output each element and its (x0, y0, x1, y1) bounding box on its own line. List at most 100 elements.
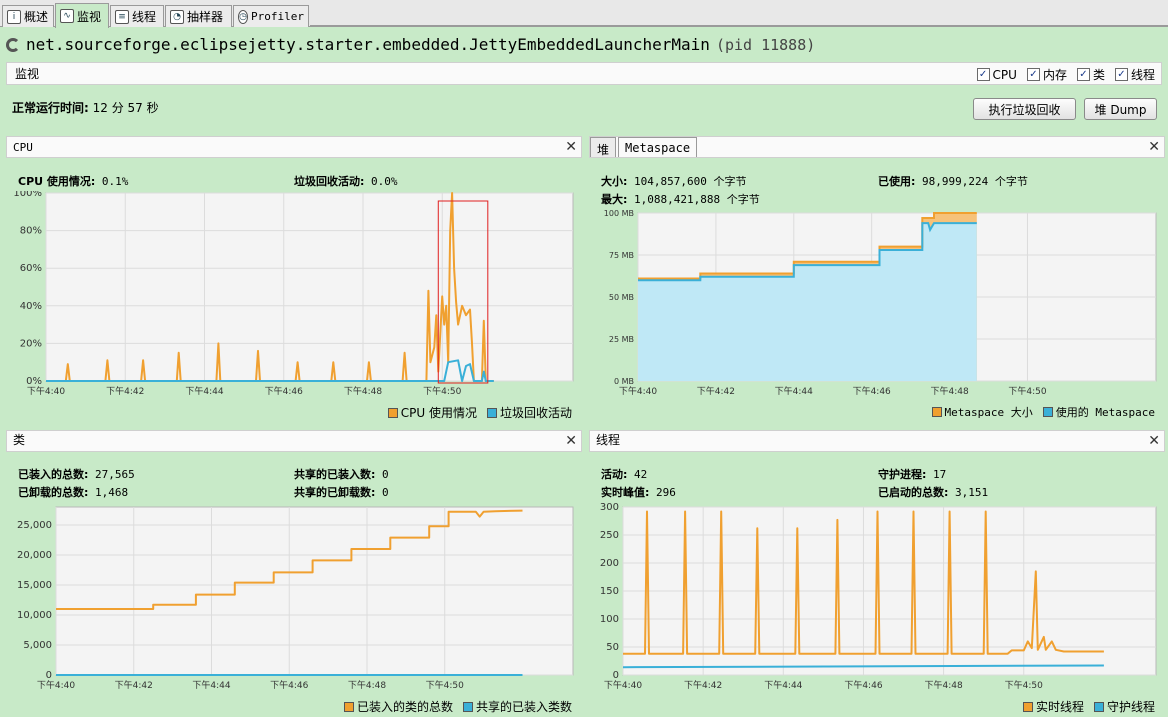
legend-daemon-threads-label: 守护线程 (1106, 700, 1155, 714)
legend-swatch-orange (931, 407, 942, 417)
threads-live-label: 活动: (601, 468, 628, 481)
x-tick-label: 下午4:46 (270, 679, 308, 691)
legend-swatch-blue (462, 701, 473, 712)
y-tick-label: 100% (13, 191, 42, 199)
checkbox-threads[interactable]: ✓ 线程 (1114, 66, 1155, 83)
x-tick-label: 下午4:46 (265, 385, 303, 397)
y-tick-label: 10,000 (17, 610, 52, 621)
y-tick-label: 0 MB (614, 377, 634, 386)
loading-spinner-icon (6, 37, 20, 52)
legend-gc-activity-label: 垃圾回收活动 (499, 406, 572, 420)
tab-threads[interactable]: ≡ 线程 (110, 5, 164, 27)
x-tick-label: 下午4:46 (844, 679, 882, 691)
threads-chart: 0 50 100 150 200 250 300 下午4:40 下午4:42 下午4:44 下午4:… (600, 502, 1157, 691)
legend-gc-activity: 垃圾回收活动 (486, 404, 572, 421)
y-tick-label: 25 MB (609, 335, 634, 344)
threads-panel: 线程 ✕ 活动: 42 守护进程: 17 实时峰值: 296 已启动的总数: 3… (589, 430, 1165, 717)
y-tick-label: 80% (20, 226, 42, 237)
heap-size-label: 大小: (601, 175, 628, 188)
tab-threads-label: 线程 (132, 10, 157, 24)
close-icon[interactable]: ✕ (1148, 433, 1160, 449)
cpu-usage-label: CPU 使用情况: (18, 175, 96, 188)
classes-panel-title: 类 (13, 433, 26, 447)
classes-shared-unloaded-value: 0 (382, 486, 389, 499)
tab-monitor-label: 监视 (77, 9, 102, 24)
legend-metaspace-size-label: Metaspace 大小 (944, 406, 1033, 419)
checkbox-threads-label: 线程 (1130, 68, 1155, 82)
threads-live-value: 42 (634, 468, 648, 481)
x-tick-label: 下午4:42 (697, 385, 735, 397)
heap-dump-button[interactable]: 堆 Dump (1084, 98, 1157, 120)
heap-size-value: 104,857,600 个字节 (634, 175, 747, 188)
y-tick-label: 0 (46, 670, 52, 681)
uptime: 正常运行时间: 12 分 57 秒 (12, 99, 159, 116)
checkbox-cpu[interactable]: ✓ CPU (976, 66, 1017, 83)
tab-bar: i 概述 ∿ 监视 ≡ 线程 ◔ 抽样器 ◷ Profiler (0, 0, 1168, 28)
close-icon[interactable]: ✕ (1148, 139, 1160, 155)
threads-daemon-label: 守护进程: (878, 468, 927, 481)
threads-peak-label: 实时峰值: (601, 486, 650, 499)
legend-swatch-blue (1042, 407, 1053, 417)
classes-shared-loaded-label: 共享的已装入数: (294, 468, 376, 481)
tab-sampler[interactable]: ◔ 抽样器 (165, 5, 232, 27)
perform-gc-button[interactable]: 执行垃圾回收 (973, 98, 1076, 120)
heap-used-stat: 已使用: 98,999,224 个字节 (878, 173, 1028, 189)
y-tick-label: 5,000 (23, 640, 52, 651)
uptime-value: 12 分 57 秒 (92, 101, 159, 115)
y-tick-label: 20% (20, 338, 42, 349)
threads-legend: 实时线程 守护线程 (1022, 698, 1155, 715)
classes-loaded-value: 27,565 (95, 468, 135, 481)
heap-used-value: 98,999,224 个字节 (922, 175, 1028, 188)
classes-panel: 类 ✕ 已装入的总数: 27,565 共享的已装入数: 0 已卸载的总数: 1,… (6, 430, 582, 717)
y-tick-label: 75 MB (609, 251, 634, 260)
x-tick-label: 下午4:44 (775, 385, 813, 397)
tab-monitor[interactable]: ∿ 监视 (55, 3, 109, 28)
threads-panel-header: 线程 ✕ (589, 430, 1165, 452)
legend-live-threads-label: 实时线程 (1035, 700, 1084, 714)
classes-loaded-label: 已装入的总数: (18, 468, 89, 481)
classes-chart: 0 5,000 10,000 15,000 20,000 25,000 下午4:40 下午4:… (17, 506, 574, 691)
legend-cpu-usage-label: CPU 使用情况 (400, 406, 477, 420)
classes-unloaded-label: 已卸载的总数: (18, 486, 89, 499)
y-tick-label: 25,000 (17, 520, 52, 531)
y-tick-label: 50 MB (609, 293, 634, 302)
monitor-checkboxes: ✓ CPU ✓ 内存 ✓ 类 ✓ 线程 (976, 66, 1155, 83)
x-tick-label: 下午4:48 (924, 679, 962, 691)
close-icon[interactable]: ✕ (565, 139, 577, 155)
tab-heap[interactable]: 堆 (590, 137, 617, 157)
x-tick-label: 下午4:48 (348, 679, 386, 691)
y-tick-label: 40% (20, 301, 42, 312)
legend-classes-loaded: 已装入的类的总数 (343, 698, 453, 715)
tab-sampler-label: 抽样器 (187, 10, 224, 24)
legend-metaspace-used: 使用的 Metaspace (1042, 404, 1155, 420)
legend-live-threads: 实时线程 (1022, 698, 1084, 715)
y-tick-label: 60% (20, 263, 42, 274)
checkbox-classes[interactable]: ✓ 类 (1076, 66, 1105, 83)
x-tick-label: 下午4:50 (426, 679, 464, 691)
x-tick-label: 下午4:48 (930, 385, 968, 397)
threads-daemon-value: 17 (933, 468, 947, 481)
threads-peak-value: 296 (656, 486, 676, 499)
checkmark-icon: ✓ (1076, 68, 1090, 81)
checkbox-memory[interactable]: ✓ 内存 (1026, 66, 1067, 83)
close-icon[interactable]: ✕ (565, 433, 577, 449)
legend-metaspace-used-label: 使用的 Metaspace (1055, 406, 1155, 419)
cpu-panel-header: CPU ✕ (6, 136, 582, 158)
x-tick-label: 下午4:44 (192, 679, 230, 691)
legend-swatch-blue (486, 407, 497, 418)
app-main-class: net.sourceforge.eclipsejetty.starter.emb… (26, 35, 710, 54)
x-tick-label: 下午4:40 (604, 679, 642, 691)
tab-metaspace[interactable]: Metaspace (618, 137, 698, 157)
tab-overview[interactable]: i 概述 (2, 5, 54, 27)
cpu-legend: CPU 使用情况 垃圾回收活动 (387, 404, 572, 421)
metaspace-chart: 0 MB 25 MB 50 MB 75 MB 100 MB 下午4:40 下午4:42 下午4… (604, 209, 1157, 397)
classes-shared-loaded-stat: 共享的已装入数: 0 (294, 466, 389, 482)
classes-shared-unloaded-label: 共享的已卸载数: (294, 486, 376, 499)
threads-icon: ≡ (115, 9, 129, 24)
legend-classes-shared-label: 共享的已装入类数 (475, 700, 572, 714)
profiler-clock-icon: ◷ (238, 9, 249, 24)
x-tick-label: 下午4:50 (1005, 679, 1043, 691)
tab-profiler[interactable]: ◷ Profiler (233, 5, 309, 27)
metaspace-legend: Metaspace 大小 使用的 Metaspace (931, 404, 1155, 420)
y-tick-label: 0 (613, 670, 619, 681)
